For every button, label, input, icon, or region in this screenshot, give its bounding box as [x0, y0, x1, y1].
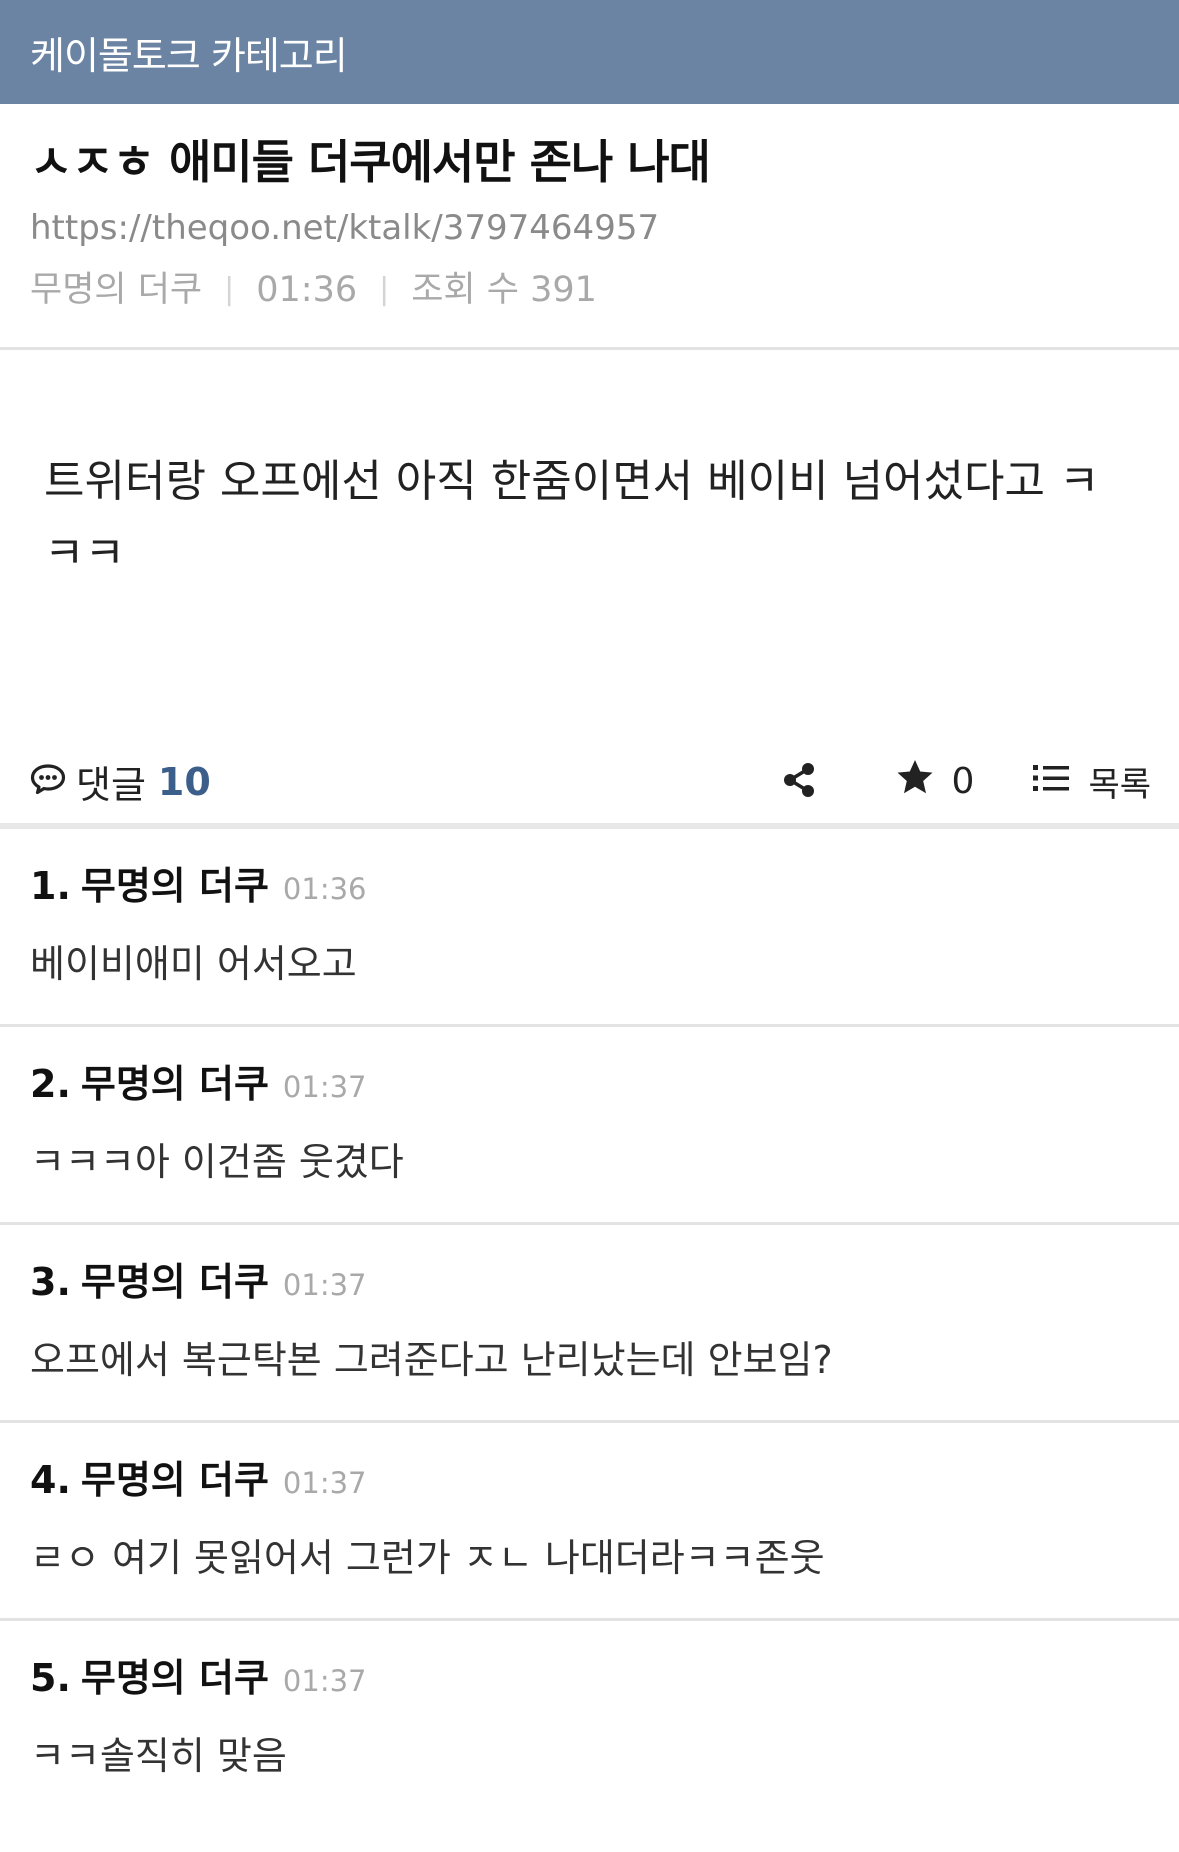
favorite-count: 0: [951, 761, 975, 802]
comment-text: ㅋㅋ솔직히 맞음: [30, 1734, 287, 1778]
share-button[interactable]: [782, 762, 816, 802]
comment-text: ㄹㅇ 여기 못읽어서 그런가 ㅈㄴ 나대더라ㅋㅋ존웃: [30, 1536, 825, 1580]
post-title: ㅅㅈㅎ 애미들 더쿠에서만 존나 나대: [30, 135, 711, 189]
comment-index: 4.: [30, 1458, 71, 1502]
post-url[interactable]: https://theqoo.net/ktalk/3797464957: [30, 204, 1149, 252]
list-button[interactable]: 목록: [1032, 757, 1151, 806]
comment-count: 10: [157, 759, 211, 804]
post-meta: 무명의 더쿠 | 01:36 | 조회 수 391: [30, 264, 1149, 316]
comment-index: 5.: [30, 1656, 71, 1700]
post-header: ㅅㅈㅎ 애미들 더쿠에서만 존나 나대 https://theqoo.net/k…: [0, 104, 1179, 350]
favorite-button[interactable]: 0: [896, 759, 975, 804]
comment-author[interactable]: 무명의 더쿠: [81, 1253, 269, 1311]
post-actions-bar: 댓글 10 0 목록: [0, 740, 1179, 829]
comment-author[interactable]: 무명의 더쿠: [81, 857, 269, 915]
comment-text: 베이비애미 어서오고: [30, 942, 357, 986]
comment-item: 3. 무명의 더쿠 01:37 오프에서 복근탁본 그려준다고 난리났는데 안보…: [0, 1225, 1179, 1423]
post-time: 01:36: [256, 270, 358, 310]
category-header[interactable]: 케이돌토크 카테고리: [0, 0, 1179, 104]
post-views: 조회 수 391: [411, 270, 597, 310]
post-author: 무명의 더쿠: [30, 270, 203, 310]
comment-time: 01:37: [282, 1268, 367, 1302]
comment-index: 3.: [30, 1260, 71, 1304]
list-label: 목록: [1088, 765, 1151, 805]
meta-divider: |: [379, 272, 390, 307]
comment-text: ㅋㅋㅋ아 이건좀 웃겼다: [30, 1140, 404, 1184]
post-body: 트위터랑 오프에선 아직 한줌이면서 베이비 넘어섰다고 ㅋㅋㅋ: [0, 350, 1179, 740]
comment-author[interactable]: 무명의 더쿠: [81, 1055, 269, 1113]
comment-count-button[interactable]: 댓글 10: [30, 754, 211, 809]
comment-list: 1. 무명의 더쿠 01:36 베이비애미 어서오고 2. 무명의 더쿠 01:…: [0, 829, 1179, 1819]
list-icon: [1032, 762, 1070, 802]
comment-index: 1.: [30, 864, 71, 908]
meta-divider: |: [224, 272, 235, 307]
comment-time: 01:37: [282, 1664, 367, 1698]
comment-label: 댓글: [76, 763, 146, 807]
speech-bubble-icon: [30, 760, 66, 804]
comment-author[interactable]: 무명의 더쿠: [81, 1451, 269, 1509]
comment-time: 01:36: [282, 872, 367, 906]
comment-author[interactable]: 무명의 더쿠: [81, 1649, 269, 1707]
star-icon: [896, 759, 934, 804]
post-body-text: 트위터랑 오프에선 아직 한줌이면서 베이비 넘어섰다고 ㅋㅋㅋ: [44, 456, 1100, 579]
comment-item: 4. 무명의 더쿠 01:37 ㄹㅇ 여기 못읽어서 그런가 ㅈㄴ 나대더라ㅋㅋ…: [0, 1423, 1179, 1621]
category-title: 케이돌토크 카테고리: [30, 33, 348, 78]
comment-text: 오프에서 복근탁본 그려준다고 난리났는데 안보임?: [30, 1338, 833, 1382]
comment-time: 01:37: [282, 1466, 367, 1500]
comment-item: 2. 무명의 더쿠 01:37 ㅋㅋㅋ아 이건좀 웃겼다: [0, 1027, 1179, 1225]
comment-index: 2.: [30, 1062, 71, 1106]
share-icon: [782, 762, 816, 802]
comment-item: 5. 무명의 더쿠 01:37 ㅋㅋ솔직히 맞음: [0, 1621, 1179, 1819]
comment-item: 1. 무명의 더쿠 01:36 베이비애미 어서오고: [0, 829, 1179, 1027]
comment-time: 01:37: [282, 1070, 367, 1104]
